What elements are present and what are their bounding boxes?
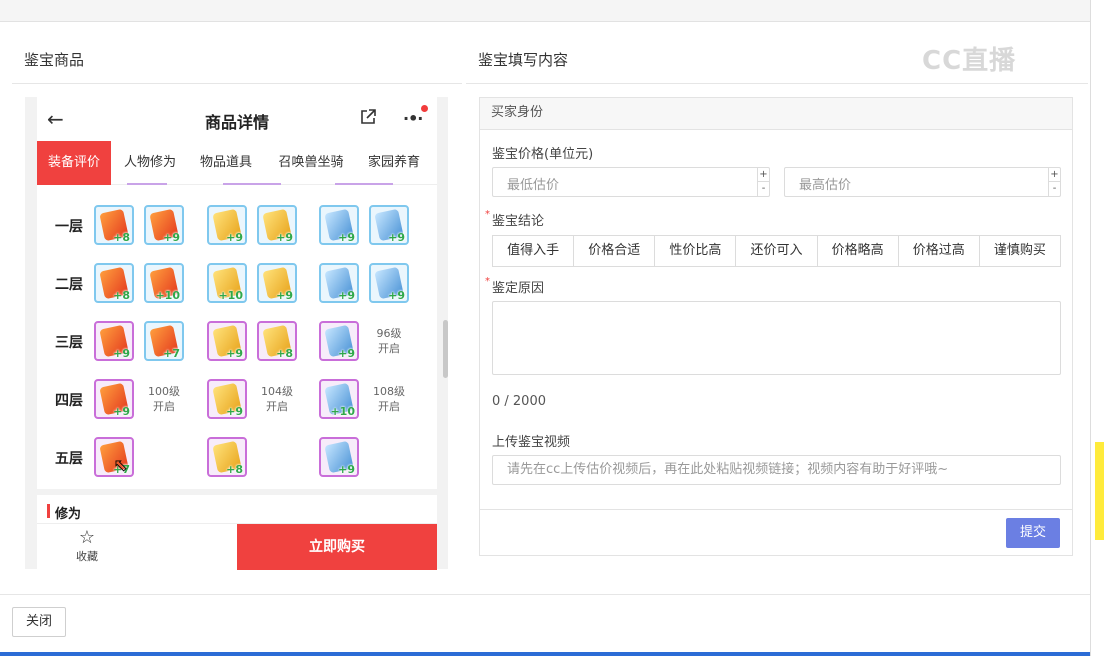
favorite-button[interactable]: ☆ 收藏 [67,528,107,564]
footer-divider [0,594,1090,595]
equip-slot[interactable]: +9 [319,437,359,477]
plus-icon[interactable]: + [758,168,769,182]
equip-slot[interactable]: +9 [369,205,409,245]
conclusion-option[interactable]: 价格过高 [897,236,979,266]
max-price-stepper[interactable]: + - [1048,168,1060,196]
max-price-placeholder: 最高估价 [799,178,852,193]
video-label: 上传鉴宝视频 [492,435,571,450]
share-icon[interactable] [359,108,377,126]
minus-icon[interactable]: - [758,182,769,195]
more-icon[interactable]: ·•· [403,109,423,128]
conclusion-option[interactable]: 性价比高 [654,236,735,266]
highlight-stripe [1095,442,1104,540]
window-top-bar [0,0,1090,22]
conclusion-option[interactable]: 谨慎购买 [978,236,1060,266]
section-cultivation: 修为 [37,489,437,523]
equip-slot[interactable]: +8 [207,437,247,477]
minus-icon[interactable]: - [1049,182,1060,195]
section-marker [47,504,50,518]
form-header: 买家身份 [480,98,1072,130]
appraisal-form: 买家身份 鉴宝价格(单位元) 最低估价 + - 最高估价 + - * 鉴宝结论 值得入… [479,97,1073,556]
star-icon: ☆ [78,527,96,548]
plus-icon[interactable]: + [1049,168,1060,182]
buy-now-button[interactable]: 立即购买 [237,524,437,570]
locked-slot: 96级 开启 [376,327,402,355]
phone-footer: ☆ 收藏 立即购买 [37,523,437,570]
equip-slot[interactable]: +9 [207,205,247,245]
section-label: 修为 [55,507,82,522]
row-label-4: 四层 [55,393,83,409]
equip-slot[interactable]: +9 [319,263,359,303]
bottom-edge-bar [0,652,1090,656]
equip-slot[interactable]: +8 [94,263,134,303]
phone-header-title: 商品详情 [204,113,269,132]
equip-slot[interactable]: +9 [207,379,247,419]
equip-slot[interactable]: +9 [319,205,359,245]
equip-slot[interactable]: +10 [144,263,184,303]
tab-underline [335,183,393,185]
phone-scrollbar[interactable] [443,320,448,378]
conclusion-options: 值得入手 价格合适 性价比高 还价可入 价格略高 价格过高 谨慎购买 [492,235,1061,267]
max-price-input[interactable]: 最高估价 + - [784,167,1061,197]
equip-slot[interactable]: +9 [94,379,134,419]
conclusion-option[interactable]: 值得入手 [493,236,573,266]
equip-slot[interactable]: +10 [319,379,359,419]
character-counter: 0 / 2000 [492,394,546,409]
tab-items[interactable]: 物品道具 [191,141,261,185]
required-asterisk: * [485,276,490,287]
min-price-input[interactable]: 最低估价 + - [492,167,770,197]
tab-underline [127,183,167,185]
locked-slot: 100级 开启 [148,385,180,413]
video-link-input[interactable]: 请先在cc上传估价视频后，再在此处粘贴视频链接；视频内容有助于好评哦~ [492,455,1061,485]
locked-slot: 104级 开启 [261,385,293,413]
phone-tab-bar: 装备评价 人物修为 物品道具 召唤兽坐骑 家园养育 [37,141,437,185]
notification-dot [421,105,428,112]
reason-label: * 鉴定原因 [485,276,545,296]
row-label-5: 五层 [55,451,83,467]
equip-slot[interactable]: +9 [319,321,359,361]
form-footer-divider [480,509,1072,510]
tab-equipment-rating[interactable]: 装备评价 [37,141,111,185]
required-asterisk: * [485,209,490,220]
equip-slot[interactable]: +7 [144,321,184,361]
favorite-label: 收藏 [76,550,98,563]
conclusion-option[interactable]: 还价可入 [735,236,816,266]
phone-header: ← 商品详情 ·•· [37,97,437,141]
conclusion-option[interactable]: 价格合适 [573,236,654,266]
equip-slot[interactable]: +9 [369,263,409,303]
close-button[interactable]: 关闭 [12,607,66,637]
equip-slot[interactable]: +8 [94,205,134,245]
left-title-divider [12,83,462,84]
equip-slot[interactable]: +10 [207,263,247,303]
equip-slot[interactable]: +8 [257,321,297,361]
min-price-stepper[interactable]: + - [757,168,769,196]
conclusion-option[interactable]: 价格略高 [816,236,898,266]
equip-slot[interactable]: +9 [94,321,134,361]
min-price-placeholder: 最低估价 [507,178,560,193]
right-panel-title: 鉴宝填写内容 [478,51,569,69]
tab-character-cultivation[interactable]: 人物修为 [115,141,185,185]
mouse-cursor-icon: ⬁ [113,455,129,476]
conclusion-label: * 鉴宝结论 [485,209,545,229]
price-label: 鉴宝价格(单位元) [492,147,594,162]
equip-slot[interactable]: +9 [144,205,184,245]
equip-slot[interactable]: +9 [207,321,247,361]
equip-slot[interactable]: +9 [257,205,297,245]
equip-slot[interactable]: +9 [257,263,297,303]
row-label-3: 三层 [55,335,83,351]
cc-watermark-logo: CC直播 [922,46,1017,76]
row-label-1: 一层 [55,219,83,235]
tab-home[interactable]: 家园养育 [359,141,429,185]
locked-slot: 108级 开启 [373,385,405,413]
reason-textarea[interactable] [492,301,1061,375]
right-edge-scrollbar[interactable] [1090,0,1104,656]
submit-button[interactable]: 提交 [1006,518,1060,548]
right-title-divider [466,83,1088,84]
tab-underline [223,183,281,185]
left-panel-title: 鉴宝商品 [24,51,85,69]
row-label-2: 二层 [55,277,83,293]
tab-summons-mounts[interactable]: 召唤兽坐骑 [269,141,353,185]
